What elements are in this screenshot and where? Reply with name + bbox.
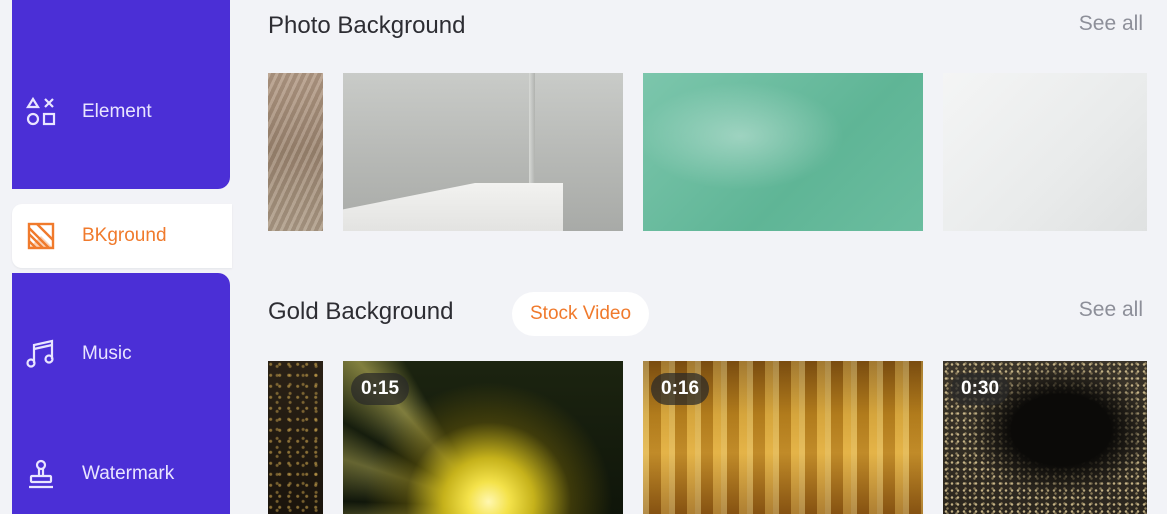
gold-background-title: Gold Background — [268, 298, 454, 325]
sidebar-item-element[interactable]: Element — [12, 80, 230, 144]
photo-background-title: Photo Background — [268, 12, 466, 39]
music-note-icon — [24, 337, 58, 371]
gold-see-all-link[interactable]: See all — [1079, 298, 1143, 322]
video-thumbnail-beer-glass[interactable]: 0:16 — [643, 361, 923, 514]
photo-thumbnail-fabric[interactable] — [268, 73, 323, 231]
duration-badge: 0:15 — [351, 373, 410, 405]
sidebar: Element BKground Music Watermark — [0, 0, 232, 514]
photo-thumbnail-marble[interactable] — [343, 73, 623, 231]
duration-badge: 0:16 — [651, 373, 710, 405]
sidebar-item-label: Element — [82, 101, 152, 122]
thumbnail-detail — [529, 73, 535, 183]
photo-thumbnail-teal[interactable] — [643, 73, 923, 231]
thumbnail-detail — [343, 183, 563, 231]
photo-see-all-link[interactable]: See all — [1079, 12, 1143, 36]
sidebar-item-bkground[interactable]: BKground — [12, 204, 232, 268]
shapes-icon — [24, 95, 58, 129]
sidebar-item-watermark[interactable]: Watermark — [12, 442, 230, 506]
stamp-icon — [24, 457, 58, 491]
sidebar-item-label: Watermark — [82, 463, 175, 484]
video-thumbnail-light-burst[interactable]: 0:15 — [343, 361, 623, 514]
stock-video-badge[interactable]: Stock Video — [512, 292, 650, 336]
background-icon — [24, 219, 58, 253]
duration-badge: 0:30 — [951, 373, 1010, 405]
sidebar-item-music[interactable]: Music — [12, 322, 230, 386]
video-thumbnail-partial[interactable] — [268, 361, 323, 514]
photo-thumbnail-white[interactable] — [943, 73, 1147, 231]
video-thumbnail-glitter[interactable]: 0:30 — [943, 361, 1147, 514]
sidebar-item-label: Music — [82, 343, 132, 364]
sidebar-item-label: BKground — [82, 225, 167, 246]
